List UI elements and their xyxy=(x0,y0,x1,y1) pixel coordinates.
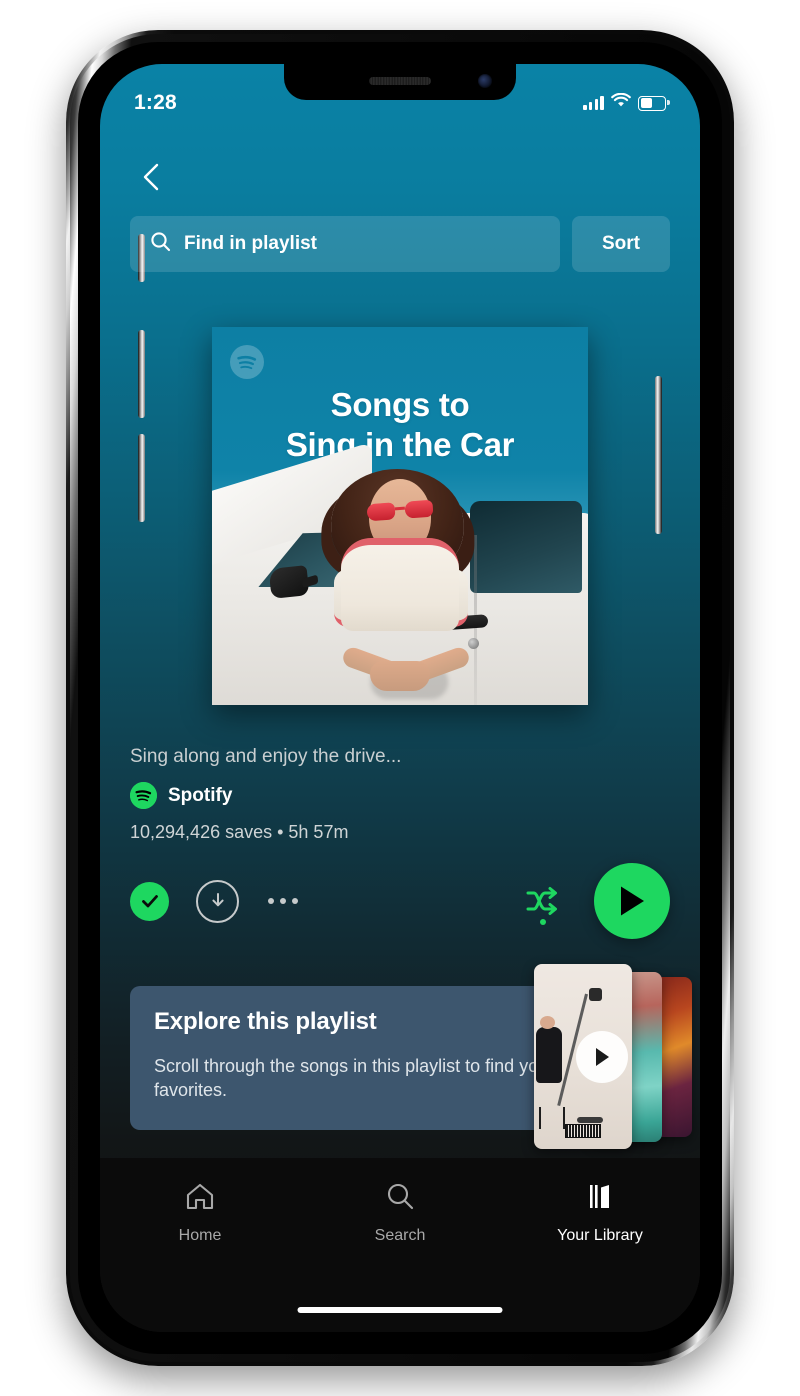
download-button[interactable] xyxy=(196,879,239,923)
status-bar-indicators xyxy=(583,92,670,113)
shuffle-active-dot xyxy=(540,919,546,925)
spotify-logo-icon xyxy=(230,345,264,379)
cover-title-line1: Songs to xyxy=(330,386,470,423)
saved-check-button[interactable] xyxy=(130,881,169,921)
more-horizontal-icon xyxy=(268,898,274,904)
explore-thumbnails xyxy=(512,964,692,1149)
phone-screen: 1:28 Find in playlist Sort Songs to Sing… xyxy=(100,64,700,1332)
battery-icon xyxy=(638,95,670,111)
search-input[interactable]: Find in playlist xyxy=(130,216,560,272)
cover-title: Songs to Sing in the Car xyxy=(212,385,588,464)
home-indicator[interactable] xyxy=(297,1307,503,1313)
volume-up-button[interactable] xyxy=(138,330,145,418)
cover-title-line2: Sing in the Car xyxy=(285,425,515,463)
playlist-meta: Sing along and enjoy the drive... Spotif… xyxy=(130,746,670,843)
tab-home[interactable]: Home xyxy=(100,1182,300,1245)
library-icon xyxy=(585,1182,615,1216)
home-icon xyxy=(185,1182,215,1216)
shuffle-button[interactable] xyxy=(520,878,566,925)
tab-home-label: Home xyxy=(178,1227,222,1244)
phone-bezel: 1:28 Find in playlist Sort Songs to Sing… xyxy=(78,42,722,1354)
wifi-icon xyxy=(611,92,631,113)
volume-down-button[interactable] xyxy=(138,434,145,522)
playlist-actions xyxy=(130,860,670,942)
playlist-stats: 10,294,426 saves • 5h 57m xyxy=(130,822,349,842)
playlist-cover-art[interactable]: Songs to Sing in the Car xyxy=(212,327,588,705)
search-placeholder: Find in playlist xyxy=(184,233,318,254)
actions-right-group xyxy=(520,863,670,939)
front-camera-icon xyxy=(478,74,492,88)
phone-device: 1:28 Find in playlist Sort Songs to Sing… xyxy=(66,30,734,1366)
tab-search[interactable]: Search xyxy=(300,1182,500,1245)
playlist-owner[interactable]: Spotify xyxy=(130,782,670,809)
bottom-tab-bar: Home Search Your Library xyxy=(100,1158,700,1332)
sort-button[interactable]: Sort xyxy=(572,216,670,272)
navigation-header xyxy=(130,156,172,198)
playlist-description: Sing along and enjoy the drive... xyxy=(130,746,402,767)
status-bar-time: 1:28 xyxy=(134,91,177,114)
tab-your-library-label: Your Library xyxy=(557,1227,643,1244)
earpiece-speaker xyxy=(369,77,431,85)
spotify-logo-icon xyxy=(130,782,157,809)
explore-play-button[interactable] xyxy=(576,1030,628,1083)
cellular-signal-icon xyxy=(583,96,604,110)
screenshot-stage: 1:28 Find in playlist Sort Songs to Sing… xyxy=(0,0,800,1396)
power-button[interactable] xyxy=(655,376,662,534)
play-button[interactable] xyxy=(594,863,670,939)
playlist-owner-name: Spotify xyxy=(168,784,233,806)
search-icon xyxy=(150,231,171,257)
explore-playlist-section: Explore this playlist Scroll through the… xyxy=(130,964,692,1149)
tab-search-label: Search xyxy=(374,1227,426,1244)
actions-left-group xyxy=(130,879,300,923)
search-icon xyxy=(385,1182,415,1216)
tab-your-library[interactable]: Your Library xyxy=(500,1182,700,1245)
spotify-playlist-screen: 1:28 Find in playlist Sort Songs to Sing… xyxy=(100,64,700,1332)
device-notch xyxy=(284,64,516,100)
more-options-button[interactable] xyxy=(266,890,300,912)
search-row: Find in playlist Sort xyxy=(130,216,670,272)
back-button[interactable] xyxy=(130,156,172,198)
